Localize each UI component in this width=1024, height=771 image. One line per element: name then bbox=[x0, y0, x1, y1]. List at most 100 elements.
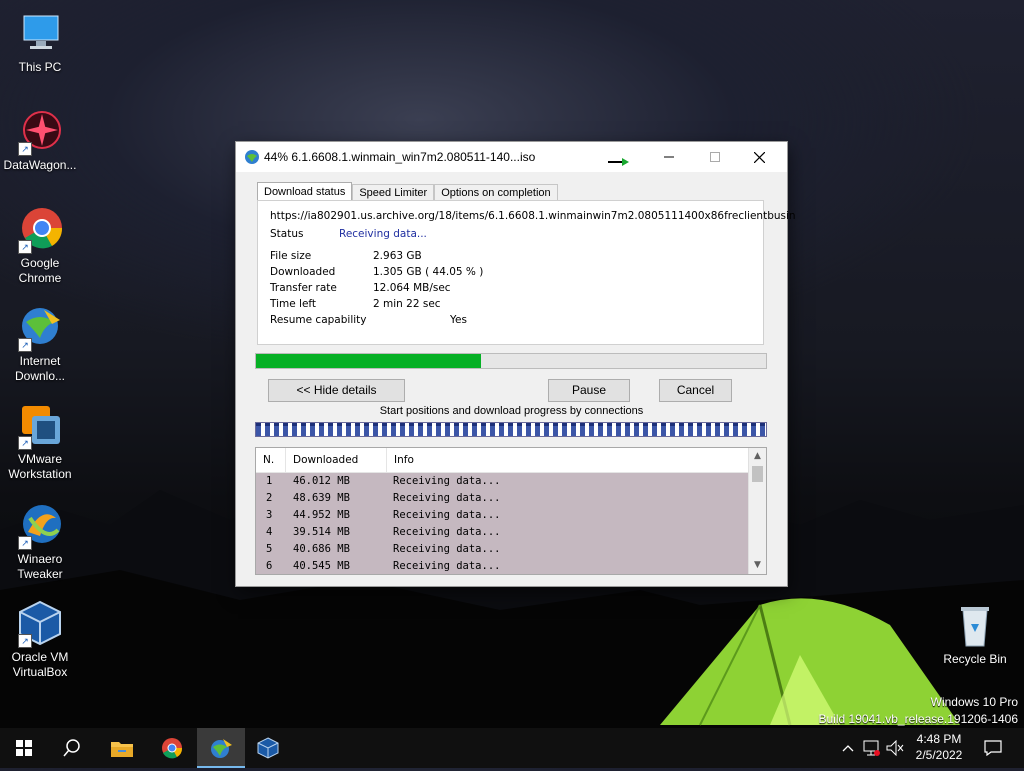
connections-label: Start positions and download progress by… bbox=[379, 405, 644, 417]
column-header-number[interactable]: N. bbox=[256, 448, 286, 472]
row-number: 6 bbox=[266, 560, 273, 572]
idm-app-icon bbox=[245, 150, 259, 164]
desktop-icon-label: DataWagon... bbox=[3, 158, 77, 172]
file-size-label: File size bbox=[270, 250, 312, 262]
desktop-icon-label: Oracle VM VirtualBox bbox=[11, 650, 69, 679]
shortcut-arrow-icon: ↗ bbox=[18, 338, 32, 352]
desktop-icon-this-pc[interactable]: This PC bbox=[2, 10, 78, 75]
download-progress-dialog: 44% 6.1.6608.1.winmain_win7m2.080511-140… bbox=[236, 142, 796, 586]
close-icon bbox=[753, 151, 765, 163]
volume-tray-button[interactable] bbox=[884, 728, 906, 768]
taskbar-idm[interactable] bbox=[197, 728, 245, 768]
desktop-icon-label: Google Chrome bbox=[18, 256, 62, 285]
start-button[interactable] bbox=[0, 728, 48, 768]
network-icon bbox=[863, 740, 880, 756]
row-info: Receiving data... bbox=[393, 543, 501, 555]
table-row[interactable]: 1 46.012 MB Receiving data... bbox=[256, 473, 748, 490]
scroll-up-icon[interactable]: ▲ bbox=[749, 448, 766, 465]
search-button[interactable] bbox=[48, 728, 96, 768]
scroll-down-icon[interactable]: ▼ bbox=[749, 557, 766, 574]
shortcut-arrow-icon: ↗ bbox=[18, 436, 32, 450]
table-row[interactable]: 4 39.514 MB Receiving data... bbox=[256, 524, 748, 541]
file-explorer-icon bbox=[111, 742, 133, 757]
tent-illustration bbox=[660, 598, 960, 726]
hide-details-button[interactable]: << Hide details bbox=[268, 379, 405, 402]
resume-capability-value: Yes bbox=[450, 314, 467, 326]
table-row[interactable]: 2 48.639 MB Receiving data... bbox=[256, 490, 748, 507]
table-row[interactable]: 3 44.952 MB Receiving data... bbox=[256, 507, 748, 524]
row-info: Receiving data... bbox=[393, 509, 501, 521]
resume-capability-label: Resume capability bbox=[270, 314, 367, 326]
row-number: 2 bbox=[266, 492, 273, 504]
row-downloaded: 40.686 MB bbox=[293, 543, 350, 555]
show-hidden-icons-button[interactable] bbox=[838, 728, 858, 768]
maximize-button[interactable] bbox=[692, 142, 738, 172]
connections-table: N. Downloaded Info 1 46.012 MB Receiving… bbox=[255, 447, 767, 575]
desktop-icon-label: Recycle Bin bbox=[943, 652, 1007, 666]
pause-button[interactable]: Pause bbox=[548, 379, 630, 402]
shortcut-arrow-icon: ↗ bbox=[18, 142, 32, 156]
minimize-button[interactable] bbox=[646, 142, 692, 172]
windows-build-watermark: Build 19041.vb_release.191206-1406 bbox=[818, 712, 1019, 726]
desktop-icon-winaero[interactable]: ↗ Winaero Tweaker bbox=[2, 502, 78, 582]
download-progress-fill bbox=[256, 354, 481, 368]
status-value: Receiving data... bbox=[339, 228, 427, 240]
status-label: Status bbox=[270, 228, 304, 240]
shortcut-arrow-icon: ↗ bbox=[18, 240, 32, 254]
desktop-icon-datawagon[interactable]: ↗ DataWagon... bbox=[2, 108, 78, 173]
desktop-icon-label: Internet Downlo... bbox=[14, 354, 66, 383]
downloaded-label: Downloaded bbox=[270, 266, 336, 278]
table-body: 1 46.012 MB Receiving data... 2 48.639 M… bbox=[256, 473, 748, 574]
desktop-icon-label: VMware Workstation bbox=[8, 452, 72, 481]
monitor-icon bbox=[23, 15, 59, 49]
taskbar-virtualbox[interactable] bbox=[244, 728, 292, 768]
table-vertical-scrollbar[interactable]: ▲ ▼ bbox=[748, 448, 766, 574]
taskbar-chrome[interactable] bbox=[148, 728, 196, 768]
connections-progress-bar bbox=[255, 422, 767, 437]
shortcut-arrow-icon: ↗ bbox=[18, 634, 32, 648]
scrollbar-thumb[interactable] bbox=[752, 466, 763, 482]
maximize-icon bbox=[710, 152, 720, 162]
taskbar-file-explorer[interactable] bbox=[98, 728, 146, 768]
cancel-button[interactable]: Cancel bbox=[659, 379, 732, 402]
chrome-icon bbox=[162, 738, 183, 759]
minimize-to-tray-icon[interactable] bbox=[608, 158, 630, 166]
title-bar[interactable]: 44% 6.1.6608.1.winmain_win7m2.080511-140… bbox=[236, 142, 787, 172]
minimize-icon bbox=[664, 156, 674, 158]
download-url: https://ia802901.us.archive.org/18/items… bbox=[270, 210, 796, 222]
action-center-button[interactable] bbox=[978, 728, 1008, 768]
row-downloaded: 46.012 MB bbox=[293, 475, 350, 487]
table-row[interactable]: 6 40.545 MB Receiving data... bbox=[256, 558, 748, 574]
downloaded-value: 1.305 GB ( 44.05 % ) bbox=[373, 266, 484, 278]
row-number: 5 bbox=[266, 543, 273, 555]
row-info: Receiving data... bbox=[393, 492, 501, 504]
desktop-icon-virtualbox[interactable]: ↗ Oracle VM VirtualBox bbox=[2, 600, 78, 680]
clock[interactable]: 4:48 PM 2/5/2022 bbox=[906, 728, 972, 771]
network-tray-button[interactable] bbox=[861, 728, 881, 768]
transfer-rate-label: Transfer rate bbox=[270, 282, 337, 294]
desktop-icon-label: This PC bbox=[18, 60, 62, 74]
clock-time: 4:48 PM bbox=[916, 732, 962, 746]
desktop-icon-vmware[interactable]: ↗ VMware Workstation bbox=[2, 402, 78, 482]
tab-download-status[interactable]: Download status bbox=[257, 182, 353, 202]
column-header-info[interactable]: Info bbox=[387, 448, 748, 472]
table-header: N. Downloaded Info bbox=[256, 448, 748, 473]
row-downloaded: 44.952 MB bbox=[293, 509, 350, 521]
row-number: 4 bbox=[266, 526, 273, 538]
desktop-icon-idm[interactable]: ↗ Internet Downlo... bbox=[2, 304, 78, 384]
time-left-value: 2 min 22 sec bbox=[373, 298, 441, 310]
chevron-up-icon bbox=[842, 745, 854, 752]
desktop-icon-chrome[interactable]: ↗ Google Chrome bbox=[2, 206, 78, 286]
transfer-rate-value: 12.064 MB/sec bbox=[373, 282, 451, 294]
windows-start-icon bbox=[16, 740, 32, 756]
row-downloaded: 39.514 MB bbox=[293, 526, 350, 538]
time-left-label: Time left bbox=[270, 298, 317, 310]
table-row[interactable]: 5 40.686 MB Receiving data... bbox=[256, 541, 748, 558]
window-title: 44% 6.1.6608.1.winmain_win7m2.080511-140… bbox=[264, 150, 536, 164]
desktop-icon-label: Winaero Tweaker bbox=[17, 552, 63, 581]
desktop-icon-recycle-bin[interactable]: Recycle Bin bbox=[937, 602, 1013, 667]
virtualbox-icon bbox=[257, 737, 279, 759]
column-header-downloaded[interactable]: Downloaded bbox=[286, 448, 387, 472]
recycle-bin-icon bbox=[961, 607, 989, 647]
close-button[interactable] bbox=[736, 142, 782, 172]
